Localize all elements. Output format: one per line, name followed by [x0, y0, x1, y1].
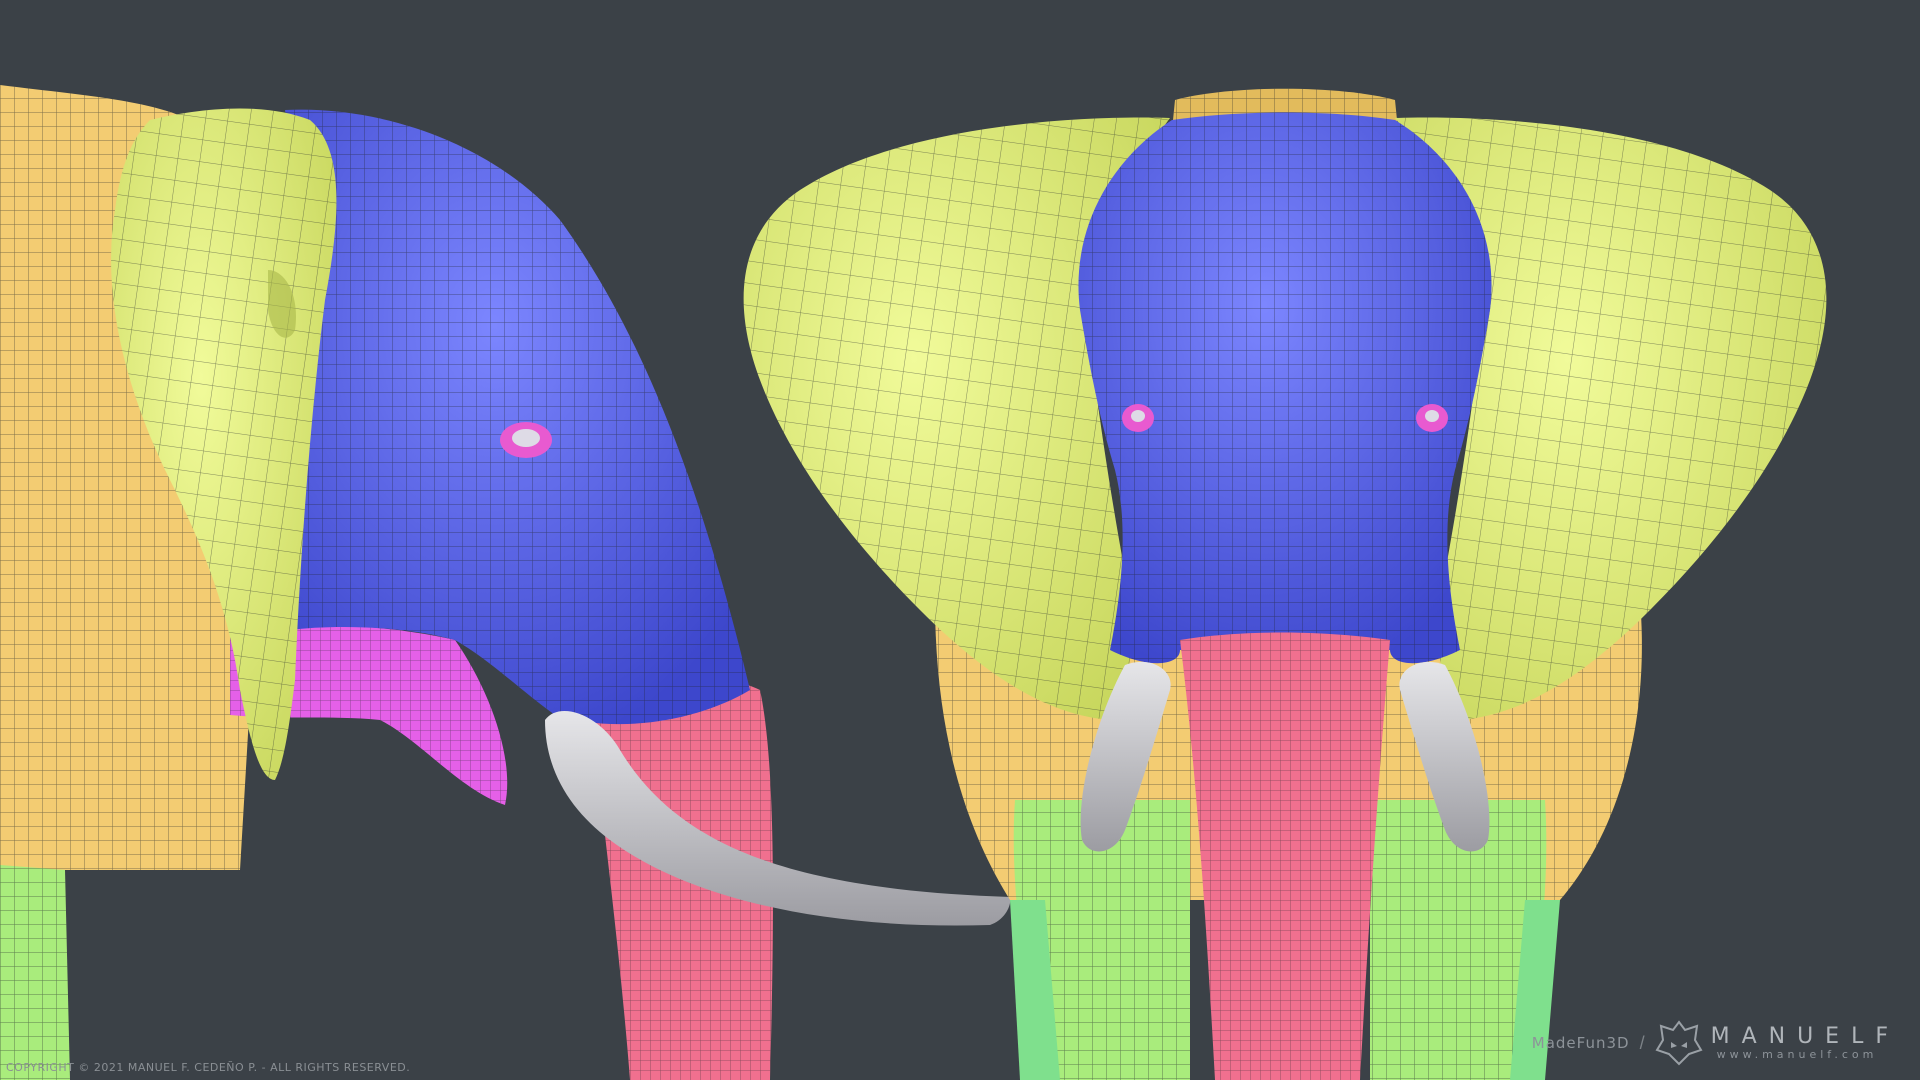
studio-name: MadeFun3D [1531, 1034, 1630, 1052]
render-canvas [0, 85, 1827, 1080]
front-trunk [1180, 632, 1390, 1080]
side-eye [500, 422, 552, 458]
front-eye-right [1416, 404, 1448, 432]
front-view-elephant [743, 88, 1827, 1080]
front-head [1078, 112, 1492, 664]
side-leg [0, 865, 70, 1080]
brand-name: MANUELF [1710, 1023, 1900, 1049]
copyright-notice: COPYRIGHT © 2021 MANUEL F. CEDEÑO P. - A… [6, 1061, 411, 1074]
brand-watermark: MadeFun3D / MANUELF www.manuelf.com [1532, 1020, 1900, 1066]
brand-text-block: MANUELF www.manuelf.com [1710, 1023, 1900, 1061]
mask-logo-icon [1655, 1020, 1703, 1066]
brand-logo-group: MANUELF www.manuelf.com [1655, 1020, 1900, 1066]
brand-website: www.manuelf.com [1716, 1047, 1878, 1061]
brand-separator: / [1639, 1032, 1645, 1053]
front-eye-left [1122, 404, 1154, 432]
